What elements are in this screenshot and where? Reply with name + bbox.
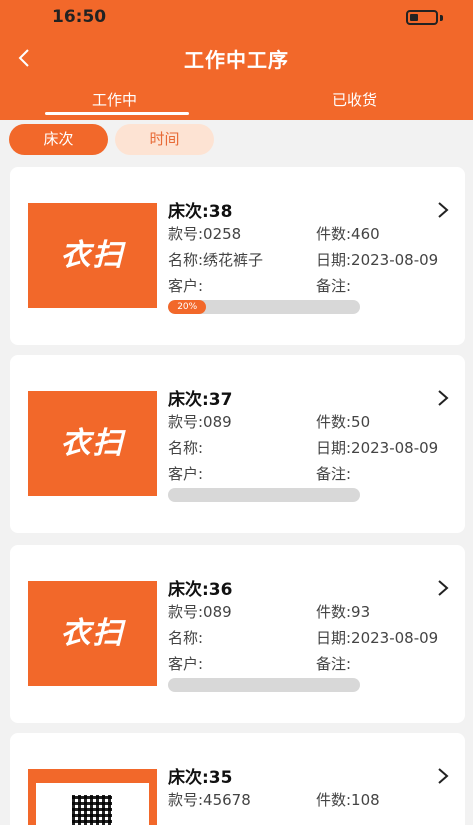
app-header: 16:50 工作中工序 工作中 已收货 bbox=[0, 0, 473, 120]
work-card[interactable]: 衣扫 床次:37 款号:089 件数:50 名称: 日期:2023-08-09 … bbox=[10, 355, 465, 533]
page-title: 工作中工序 bbox=[184, 48, 289, 72]
chevron-right-icon[interactable] bbox=[436, 201, 450, 219]
progress-bar bbox=[168, 488, 360, 502]
piece-count: 件数:108 bbox=[316, 791, 380, 809]
date: 日期:2023-08-09 bbox=[316, 439, 439, 457]
brand-logo-thumbnail: 衣扫 bbox=[28, 581, 157, 686]
progress-fill: 20% bbox=[168, 300, 207, 314]
qr-photo-thumbnail bbox=[28, 769, 157, 825]
product-name: 名称:绣花裤子 bbox=[168, 251, 264, 269]
progress-bar bbox=[168, 678, 360, 692]
bed-number: 床次:35 bbox=[168, 768, 233, 788]
work-card[interactable]: 衣扫 床次:38 款号:0258 件数:460 名称:绣花裤子 日期:2023-… bbox=[10, 167, 465, 345]
chevron-right-icon[interactable] bbox=[436, 767, 450, 785]
progress-bar: 20% bbox=[168, 300, 360, 314]
active-tab-indicator bbox=[45, 112, 189, 115]
product-name: 名称: bbox=[168, 629, 204, 647]
customer: 客户: bbox=[168, 277, 204, 295]
filter-time-button[interactable]: 时间 bbox=[115, 124, 214, 155]
customer: 客户: bbox=[168, 655, 204, 673]
date: 日期:2023-08-09 bbox=[316, 251, 439, 269]
battery-cap bbox=[440, 15, 443, 21]
work-card[interactable]: 衣扫 床次:36 款号:089 件数:93 名称: 日期:2023-08-09 … bbox=[10, 545, 465, 723]
bed-number: 床次:37 bbox=[168, 390, 233, 410]
piece-count: 件数:93 bbox=[316, 603, 371, 621]
chevron-right-icon[interactable] bbox=[436, 389, 450, 407]
date: 日期:2023-08-09 bbox=[316, 629, 439, 647]
style-number: 款号:089 bbox=[168, 413, 232, 431]
piece-count: 件数:50 bbox=[316, 413, 371, 431]
work-card[interactable]: 床次:35 款号:45678 件数:108 bbox=[10, 733, 465, 825]
style-number: 款号:089 bbox=[168, 603, 232, 621]
chevron-right-icon[interactable] bbox=[436, 579, 450, 597]
brand-logo-thumbnail: 衣扫 bbox=[28, 203, 157, 308]
piece-count: 件数:460 bbox=[316, 225, 380, 243]
battery-icon bbox=[406, 10, 438, 25]
bed-number: 床次:38 bbox=[168, 202, 233, 222]
remark: 备注: bbox=[316, 465, 352, 483]
bed-number: 床次:36 bbox=[168, 580, 233, 600]
brand-logo-thumbnail: 衣扫 bbox=[28, 391, 157, 496]
filter-bed-button[interactable]: 床次 bbox=[9, 124, 108, 155]
style-number: 款号:0258 bbox=[168, 225, 242, 243]
status-time: 16:50 bbox=[52, 7, 107, 27]
remark: 备注: bbox=[316, 277, 352, 295]
product-name: 名称: bbox=[168, 439, 204, 457]
tab-working[interactable]: 工作中 bbox=[92, 89, 137, 110]
tab-received[interactable]: 已收货 bbox=[332, 89, 377, 110]
remark: 备注: bbox=[316, 655, 352, 673]
qr-code-icon bbox=[72, 795, 112, 825]
style-number: 款号:45678 bbox=[168, 791, 251, 809]
customer: 客户: bbox=[168, 465, 204, 483]
